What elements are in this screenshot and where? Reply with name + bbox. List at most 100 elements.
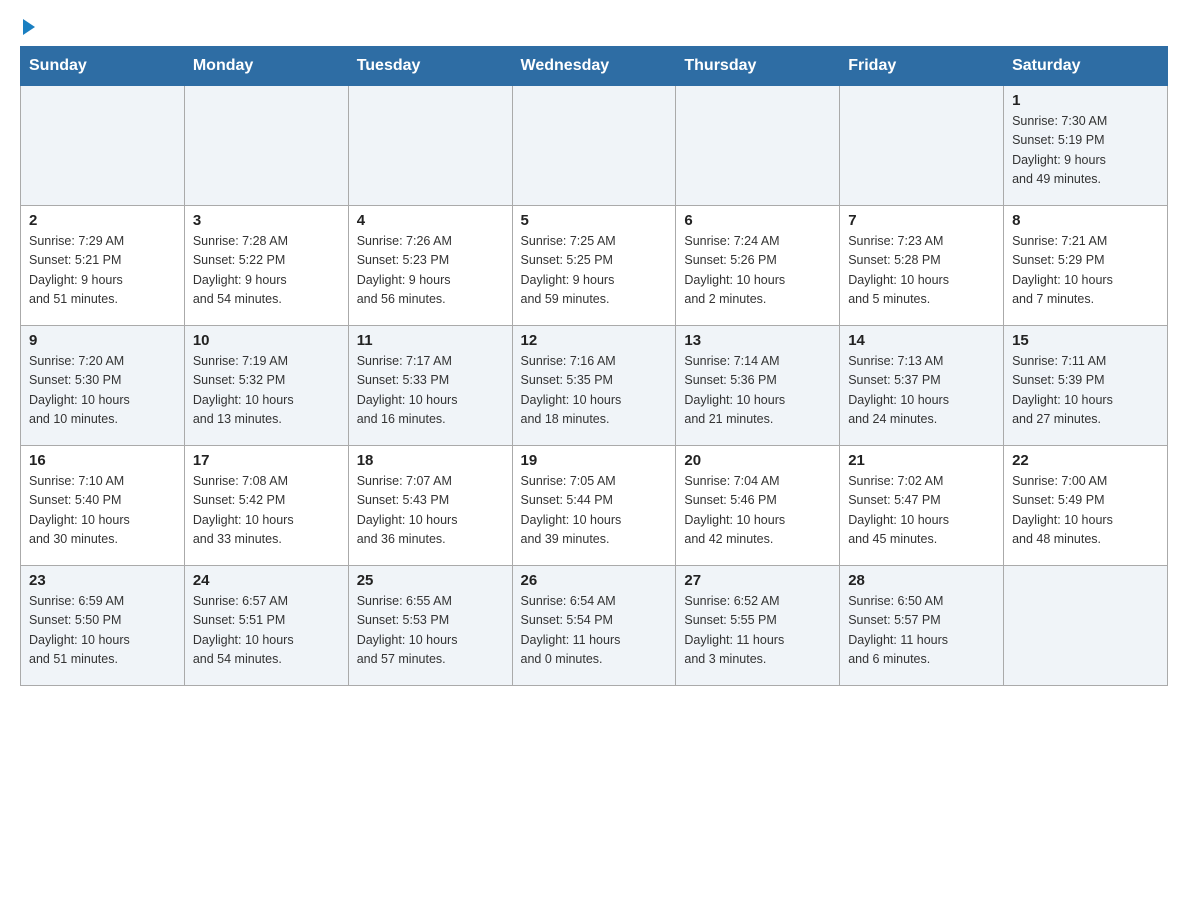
- day-info: Sunrise: 7:25 AM Sunset: 5:25 PM Dayligh…: [521, 232, 668, 310]
- day-number: 11: [357, 332, 504, 349]
- day-number: 14: [848, 332, 995, 349]
- day-number: 20: [684, 452, 831, 469]
- col-monday: Monday: [184, 47, 348, 86]
- logo: [20, 20, 35, 36]
- day-info: Sunrise: 7:00 AM Sunset: 5:49 PM Dayligh…: [1012, 472, 1159, 550]
- logo-general: [20, 20, 35, 36]
- logo-arrow-icon: [23, 19, 35, 35]
- day-info: Sunrise: 6:55 AM Sunset: 5:53 PM Dayligh…: [357, 592, 504, 670]
- page-header: [20, 20, 1168, 36]
- day-number: 23: [29, 572, 176, 589]
- day-number: 21: [848, 452, 995, 469]
- day-info: Sunrise: 6:57 AM Sunset: 5:51 PM Dayligh…: [193, 592, 340, 670]
- day-info: Sunrise: 7:10 AM Sunset: 5:40 PM Dayligh…: [29, 472, 176, 550]
- calendar-week-row: 23 Sunrise: 6:59 AM Sunset: 5:50 PM Dayli…: [21, 566, 1168, 686]
- day-number: 13: [684, 332, 831, 349]
- col-thursday: Thursday: [676, 47, 840, 86]
- calendar-cell: 8 Sunrise: 7:21 AM Sunset: 5:29 PM Daylig…: [1004, 206, 1168, 326]
- day-info: Sunrise: 7:19 AM Sunset: 5:32 PM Dayligh…: [193, 352, 340, 430]
- calendar-cell: 5 Sunrise: 7:25 AM Sunset: 5:25 PM Daylig…: [512, 206, 676, 326]
- calendar-cell: 24 Sunrise: 6:57 AM Sunset: 5:51 PM Dayli…: [184, 566, 348, 686]
- day-info: Sunrise: 7:11 AM Sunset: 5:39 PM Dayligh…: [1012, 352, 1159, 430]
- day-info: Sunrise: 7:28 AM Sunset: 5:22 PM Dayligh…: [193, 232, 340, 310]
- calendar-cell: 21 Sunrise: 7:02 AM Sunset: 5:47 PM Dayli…: [840, 446, 1004, 566]
- day-info: Sunrise: 7:04 AM Sunset: 5:46 PM Dayligh…: [684, 472, 831, 550]
- day-number: 8: [1012, 212, 1159, 229]
- col-saturday: Saturday: [1004, 47, 1168, 86]
- day-info: Sunrise: 6:50 AM Sunset: 5:57 PM Dayligh…: [848, 592, 995, 670]
- day-info: Sunrise: 7:16 AM Sunset: 5:35 PM Dayligh…: [521, 352, 668, 430]
- col-sunday: Sunday: [21, 47, 185, 86]
- day-info: Sunrise: 6:59 AM Sunset: 5:50 PM Dayligh…: [29, 592, 176, 670]
- day-info: Sunrise: 7:29 AM Sunset: 5:21 PM Dayligh…: [29, 232, 176, 310]
- day-info: Sunrise: 7:02 AM Sunset: 5:47 PM Dayligh…: [848, 472, 995, 550]
- calendar-cell: 4Sunrise: 7:26 AM Sunset: 5:23 PM Daylig…: [348, 206, 512, 326]
- day-number: 2: [29, 212, 176, 229]
- calendar-cell: 13Sunrise: 7:14 AM Sunset: 5:36 PM Dayli…: [676, 326, 840, 446]
- day-number: 28: [848, 572, 995, 589]
- day-info: Sunrise: 7:24 AM Sunset: 5:26 PM Dayligh…: [684, 232, 831, 310]
- calendar-cell: 19 Sunrise: 7:05 AM Sunset: 5:44 PM Dayli…: [512, 446, 676, 566]
- day-number: 16: [29, 452, 176, 469]
- calendar-cell: 26 Sunrise: 6:54 AM Sunset: 5:54 PM Dayli…: [512, 566, 676, 686]
- day-info: Sunrise: 6:52 AM Sunset: 5:55 PM Dayligh…: [684, 592, 831, 670]
- day-number: 6: [684, 212, 831, 229]
- calendar-cell: 22Sunrise: 7:00 AM Sunset: 5:49 PM Dayli…: [1004, 446, 1168, 566]
- day-number: 7: [848, 212, 995, 229]
- calendar-cell: 9 Sunrise: 7:20 AM Sunset: 5:30 PM Daylig…: [21, 326, 185, 446]
- day-info: Sunrise: 7:23 AM Sunset: 5:28 PM Dayligh…: [848, 232, 995, 310]
- calendar-cell: 2 Sunrise: 7:29 AM Sunset: 5:21 PM Daylig…: [21, 206, 185, 326]
- calendar-cell: 15 Sunrise: 7:11 AM Sunset: 5:39 PM Dayli…: [1004, 326, 1168, 446]
- calendar-cell: [1004, 566, 1168, 686]
- calendar-cell: 10 Sunrise: 7:19 AM Sunset: 5:32 PM Dayli…: [184, 326, 348, 446]
- calendar-cell: 3 Sunrise: 7:28 AM Sunset: 5:22 PM Daylig…: [184, 206, 348, 326]
- day-number: 24: [193, 572, 340, 589]
- calendar-cell: [21, 86, 185, 206]
- day-info: Sunrise: 7:07 AM Sunset: 5:43 PM Dayligh…: [357, 472, 504, 550]
- col-friday: Friday: [840, 47, 1004, 86]
- col-tuesday: Tuesday: [348, 47, 512, 86]
- calendar-cell: 7 Sunrise: 7:23 AM Sunset: 5:28 PM Daylig…: [840, 206, 1004, 326]
- day-number: 27: [684, 572, 831, 589]
- calendar-week-row: 2 Sunrise: 7:29 AM Sunset: 5:21 PM Daylig…: [21, 206, 1168, 326]
- calendar-table: Sunday Monday Tuesday Wednesday Thursday…: [20, 46, 1168, 686]
- calendar-cell: 6 Sunrise: 7:24 AM Sunset: 5:26 PM Daylig…: [676, 206, 840, 326]
- day-number: 10: [193, 332, 340, 349]
- calendar-week-row: 1 Sunrise: 7:30 AM Sunset: 5:19 PM Daylig…: [21, 86, 1168, 206]
- calendar-cell: 12 Sunrise: 7:16 AM Sunset: 5:35 PM Dayli…: [512, 326, 676, 446]
- day-info: Sunrise: 7:21 AM Sunset: 5:29 PM Dayligh…: [1012, 232, 1159, 310]
- day-number: 18: [357, 452, 504, 469]
- calendar-cell: 28 Sunrise: 6:50 AM Sunset: 5:57 PM Dayli…: [840, 566, 1004, 686]
- day-number: 3: [193, 212, 340, 229]
- calendar-cell: [348, 86, 512, 206]
- calendar-cell: 16 Sunrise: 7:10 AM Sunset: 5:40 PM Dayli…: [21, 446, 185, 566]
- day-number: 25: [357, 572, 504, 589]
- day-info: Sunrise: 7:05 AM Sunset: 5:44 PM Dayligh…: [521, 472, 668, 550]
- day-number: 5: [521, 212, 668, 229]
- calendar-cell: 25 Sunrise: 6:55 AM Sunset: 5:53 PM Dayli…: [348, 566, 512, 686]
- day-number: 1: [1012, 92, 1159, 109]
- day-number: 4: [357, 212, 504, 229]
- day-info: Sunrise: 7:13 AM Sunset: 5:37 PM Dayligh…: [848, 352, 995, 430]
- calendar-cell: 17Sunrise: 7:08 AM Sunset: 5:42 PM Dayli…: [184, 446, 348, 566]
- day-info: Sunrise: 7:20 AM Sunset: 5:30 PM Dayligh…: [29, 352, 176, 430]
- day-number: 15: [1012, 332, 1159, 349]
- day-info: Sunrise: 7:30 AM Sunset: 5:19 PM Dayligh…: [1012, 112, 1159, 190]
- calendar-cell: [512, 86, 676, 206]
- col-wednesday: Wednesday: [512, 47, 676, 86]
- calendar-week-row: 9 Sunrise: 7:20 AM Sunset: 5:30 PM Daylig…: [21, 326, 1168, 446]
- calendar-cell: 11 Sunrise: 7:17 AM Sunset: 5:33 PM Dayli…: [348, 326, 512, 446]
- day-number: 9: [29, 332, 176, 349]
- calendar-cell: 20 Sunrise: 7:04 AM Sunset: 5:46 PM Dayli…: [676, 446, 840, 566]
- day-number: 12: [521, 332, 668, 349]
- calendar-cell: 14 Sunrise: 7:13 AM Sunset: 5:37 PM Dayli…: [840, 326, 1004, 446]
- day-info: Sunrise: 6:54 AM Sunset: 5:54 PM Dayligh…: [521, 592, 668, 670]
- day-number: 19: [521, 452, 668, 469]
- day-number: 17: [193, 452, 340, 469]
- calendar-cell: [184, 86, 348, 206]
- day-info: Sunrise: 7:17 AM Sunset: 5:33 PM Dayligh…: [357, 352, 504, 430]
- calendar-header-row: Sunday Monday Tuesday Wednesday Thursday…: [21, 47, 1168, 86]
- calendar-cell: 18 Sunrise: 7:07 AM Sunset: 5:43 PM Dayli…: [348, 446, 512, 566]
- calendar-cell: 27 Sunrise: 6:52 AM Sunset: 5:55 PM Dayli…: [676, 566, 840, 686]
- day-number: 26: [521, 572, 668, 589]
